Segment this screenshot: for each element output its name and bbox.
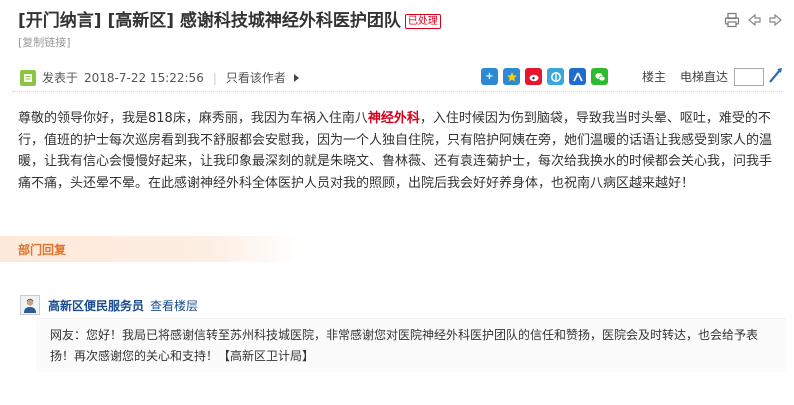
elevator-input[interactable] [734, 67, 764, 86]
floor-tools: 楼主 电梯直达 [642, 66, 784, 87]
posted-label: 发表于 [42, 71, 79, 85]
author-only-link[interactable]: 只看该作者 [226, 69, 286, 86]
header-tools [724, 12, 784, 28]
post-body-highlight: 神经外科 [367, 111, 420, 126]
triangle-right-icon [293, 73, 299, 82]
dept-reply-header: 部门回复 [0, 236, 300, 262]
star-icon[interactable] [503, 68, 520, 85]
reply-text: 网友：您好！我局已将感谢信转至苏州科技城医院，非常感谢您对医院神经外科医护团队的… [50, 328, 759, 363]
reply-content-box: 网友：您好！我局已将感谢信转至苏州科技城医院，非常感谢您对医院神经外科医护团队的… [36, 318, 786, 372]
post-status-icon [20, 69, 36, 86]
elevator-label: 电梯直达 [679, 70, 728, 84]
post-title: [开门纳言] [高新区] 感谢科技城神经外科医护团队 已处理 [18, 8, 784, 34]
share-plus-icon[interactable]: + [481, 68, 498, 85]
post-title-text: [开门纳言] [高新区] 感谢科技城神经外科医护团队 [18, 11, 401, 31]
floor-label: 楼主 [641, 70, 666, 84]
next-arrow-icon[interactable] [768, 12, 784, 28]
qzone-icon[interactable] [547, 68, 564, 85]
post-body: 尊敬的领导你好，我是818床，麻秀丽，我因为车祸入住南八神经外科，入住时候因为伤… [18, 108, 782, 194]
dept-reply-label: 部门回复 [18, 243, 67, 257]
weibo-icon[interactable] [525, 68, 542, 85]
divider: | [212, 70, 217, 85]
status-badge: 已处理 [404, 14, 441, 29]
print-icon[interactable] [724, 12, 740, 28]
avatar[interactable] [20, 295, 40, 315]
renren-icon[interactable] [569, 68, 586, 85]
elevator-go-icon[interactable] [768, 66, 784, 87]
wechat-icon[interactable] [591, 68, 608, 85]
share-icons: + [481, 68, 608, 85]
reply-author-name[interactable]: 高新区便民服务员 [48, 297, 144, 314]
post-body-part1: 尊敬的领导你好，我是818床，麻秀丽，我因为车祸入住南八 [18, 111, 368, 126]
post-info-bar: 发表于 2018-7-22 15:22:56 | 只看该作者 + 楼主 电梯直达 [12, 64, 784, 92]
posted-time: 2018-7-22 15:22:56 [84, 70, 204, 85]
copy-link[interactable]: [复制链接] [18, 35, 784, 50]
view-floor-link[interactable]: 查看楼层 [150, 297, 198, 314]
reply-author: 高新区便民服务员 查看楼层 [20, 294, 198, 316]
post-header: [开门纳言] [高新区] 感谢科技城神经外科医护团队 已处理 [复制链接] [18, 8, 784, 52]
prev-arrow-icon[interactable] [746, 12, 762, 28]
